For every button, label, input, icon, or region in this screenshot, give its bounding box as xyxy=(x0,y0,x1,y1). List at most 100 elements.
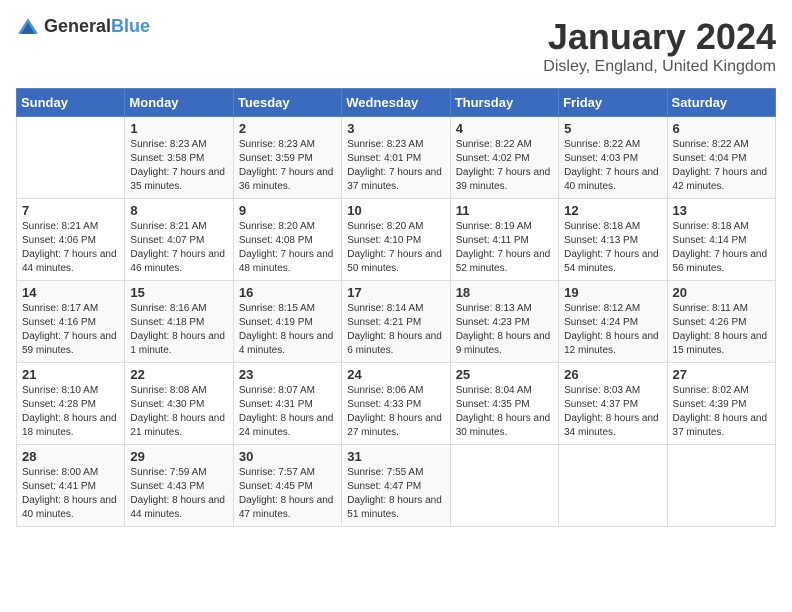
calendar-cell: 31 Sunrise: 7:55 AMSunset: 4:47 PMDayligh… xyxy=(342,445,450,527)
weekday-header: Thursday xyxy=(450,89,558,117)
day-number: 20 xyxy=(673,285,770,300)
location-title: Disley, England, United Kingdom xyxy=(543,58,776,76)
calendar-cell: 27 Sunrise: 8:02 AMSunset: 4:39 PMDayligh… xyxy=(667,363,775,445)
day-info: Sunrise: 8:21 AMSunset: 4:06 PMDaylight:… xyxy=(22,220,119,276)
day-info: Sunrise: 8:23 AMSunset: 4:01 PMDaylight:… xyxy=(347,138,444,194)
title-section: January 2024 Disley, England, United Kin… xyxy=(543,16,776,76)
day-info: Sunrise: 7:55 AMSunset: 4:47 PMDaylight:… xyxy=(347,466,444,522)
day-number: 2 xyxy=(239,121,336,136)
day-info: Sunrise: 8:04 AMSunset: 4:35 PMDaylight:… xyxy=(456,384,553,440)
day-number: 17 xyxy=(347,285,444,300)
calendar-cell: 19 Sunrise: 8:12 AMSunset: 4:24 PMDayligh… xyxy=(559,281,667,363)
day-info: Sunrise: 8:20 AMSunset: 4:08 PMDaylight:… xyxy=(239,220,336,276)
day-info: Sunrise: 8:06 AMSunset: 4:33 PMDaylight:… xyxy=(347,384,444,440)
day-number: 22 xyxy=(130,367,227,382)
day-info: Sunrise: 8:23 AMSunset: 3:58 PMDaylight:… xyxy=(130,138,227,194)
day-number: 28 xyxy=(22,449,119,464)
calendar-cell: 7Sunrise: 8:21 AMSunset: 4:06 PMDaylight… xyxy=(17,199,125,281)
day-number: 11 xyxy=(456,203,553,218)
calendar-cell xyxy=(17,117,125,199)
day-number: 10 xyxy=(347,203,444,218)
calendar-cell: 30 Sunrise: 7:57 AMSunset: 4:45 PMDayligh… xyxy=(233,445,341,527)
calendar-cell: 21 Sunrise: 8:10 AMSunset: 4:28 PMDayligh… xyxy=(17,363,125,445)
calendar-cell: 25Sunrise: 8:04 AMSunset: 4:35 PMDayligh… xyxy=(450,363,558,445)
calendar-cell: 10 Sunrise: 8:20 AMSunset: 4:10 PMDayligh… xyxy=(342,199,450,281)
day-number: 15 xyxy=(130,285,227,300)
calendar-cell: 17 Sunrise: 8:14 AMSunset: 4:21 PMDayligh… xyxy=(342,281,450,363)
day-info: Sunrise: 7:57 AMSunset: 4:45 PMDaylight:… xyxy=(239,466,336,522)
day-info: Sunrise: 8:22 AMSunset: 4:03 PMDaylight:… xyxy=(564,138,661,194)
day-number: 19 xyxy=(564,285,661,300)
calendar-cell: 24 Sunrise: 8:06 AMSunset: 4:33 PMDayligh… xyxy=(342,363,450,445)
day-info: Sunrise: 8:07 AMSunset: 4:31 PMDaylight:… xyxy=(239,384,336,440)
day-info: Sunrise: 8:02 AMSunset: 4:39 PMDaylight:… xyxy=(673,384,770,440)
day-info: Sunrise: 8:19 AMSunset: 4:11 PMDaylight:… xyxy=(456,220,553,276)
calendar-week-row: 28 Sunrise: 8:00 AMSunset: 4:41 PMDayligh… xyxy=(17,445,776,527)
day-info: Sunrise: 8:21 AMSunset: 4:07 PMDaylight:… xyxy=(130,220,227,276)
day-number: 3 xyxy=(347,121,444,136)
day-number: 8 xyxy=(130,203,227,218)
calendar-cell: 26 Sunrise: 8:03 AMSunset: 4:37 PMDayligh… xyxy=(559,363,667,445)
calendar-cell: 1Sunrise: 8:23 AMSunset: 3:58 PMDaylight… xyxy=(125,117,233,199)
day-info: Sunrise: 7:59 AMSunset: 4:43 PMDaylight:… xyxy=(130,466,227,522)
calendar-cell: 12 Sunrise: 8:18 AMSunset: 4:13 PMDayligh… xyxy=(559,199,667,281)
calendar-week-row: 14Sunrise: 8:17 AMSunset: 4:16 PMDayligh… xyxy=(17,281,776,363)
calendar-week-row: 21 Sunrise: 8:10 AMSunset: 4:28 PMDayligh… xyxy=(17,363,776,445)
calendar-cell xyxy=(559,445,667,527)
day-info: Sunrise: 8:00 AMSunset: 4:41 PMDaylight:… xyxy=(22,466,119,522)
calendar-cell: 11 Sunrise: 8:19 AMSunset: 4:11 PMDayligh… xyxy=(450,199,558,281)
weekday-header: Monday xyxy=(125,89,233,117)
calendar-cell: 16Sunrise: 8:15 AMSunset: 4:19 PMDayligh… xyxy=(233,281,341,363)
calendar-cell: 28 Sunrise: 8:00 AMSunset: 4:41 PMDayligh… xyxy=(17,445,125,527)
day-number: 21 xyxy=(22,367,119,382)
day-number: 31 xyxy=(347,449,444,464)
header-row: SundayMondayTuesdayWednesdayThursdayFrid… xyxy=(17,89,776,117)
day-info: Sunrise: 8:10 AMSunset: 4:28 PMDaylight:… xyxy=(22,384,119,440)
day-info: Sunrise: 8:11 AMSunset: 4:26 PMDaylight:… xyxy=(673,302,770,358)
day-info: Sunrise: 8:18 AMSunset: 4:13 PMDaylight:… xyxy=(564,220,661,276)
day-info: Sunrise: 8:08 AMSunset: 4:30 PMDaylight:… xyxy=(130,384,227,440)
day-info: Sunrise: 8:13 AMSunset: 4:23 PMDaylight:… xyxy=(456,302,553,358)
day-number: 26 xyxy=(564,367,661,382)
calendar-cell: 20 Sunrise: 8:11 AMSunset: 4:26 PMDayligh… xyxy=(667,281,775,363)
logo-icon xyxy=(16,17,40,37)
day-number: 16 xyxy=(239,285,336,300)
day-info: Sunrise: 8:14 AMSunset: 4:21 PMDaylight:… xyxy=(347,302,444,358)
month-title: January 2024 xyxy=(543,16,776,58)
day-number: 9 xyxy=(239,203,336,218)
day-number: 18 xyxy=(456,285,553,300)
calendar-cell: 23 Sunrise: 8:07 AMSunset: 4:31 PMDayligh… xyxy=(233,363,341,445)
day-info: Sunrise: 8:20 AMSunset: 4:10 PMDaylight:… xyxy=(347,220,444,276)
day-number: 24 xyxy=(347,367,444,382)
day-info: Sunrise: 8:12 AMSunset: 4:24 PMDaylight:… xyxy=(564,302,661,358)
day-number: 23 xyxy=(239,367,336,382)
day-number: 5 xyxy=(564,121,661,136)
header: GeneralBlue January 2024 Disley, England… xyxy=(16,16,776,76)
day-info: Sunrise: 8:22 AMSunset: 4:02 PMDaylight:… xyxy=(456,138,553,194)
day-number: 12 xyxy=(564,203,661,218)
calendar-cell: 29Sunrise: 7:59 AMSunset: 4:43 PMDayligh… xyxy=(125,445,233,527)
day-number: 4 xyxy=(456,121,553,136)
day-number: 6 xyxy=(673,121,770,136)
calendar-week-row: 7Sunrise: 8:21 AMSunset: 4:06 PMDaylight… xyxy=(17,199,776,281)
calendar-cell: 8 Sunrise: 8:21 AMSunset: 4:07 PMDaylight… xyxy=(125,199,233,281)
day-info: Sunrise: 8:22 AMSunset: 4:04 PMDaylight:… xyxy=(673,138,770,194)
calendar-cell: 22 Sunrise: 8:08 AMSunset: 4:30 PMDayligh… xyxy=(125,363,233,445)
calendar-cell: 6 Sunrise: 8:22 AMSunset: 4:04 PMDaylight… xyxy=(667,117,775,199)
day-number: 30 xyxy=(239,449,336,464)
calendar-cell: 18 Sunrise: 8:13 AMSunset: 4:23 PMDayligh… xyxy=(450,281,558,363)
calendar-cell xyxy=(450,445,558,527)
weekday-header: Sunday xyxy=(17,89,125,117)
day-info: Sunrise: 8:16 AMSunset: 4:18 PMDaylight:… xyxy=(130,302,227,358)
calendar-cell: 13Sunrise: 8:18 AMSunset: 4:14 PMDayligh… xyxy=(667,199,775,281)
weekday-header: Tuesday xyxy=(233,89,341,117)
weekday-header: Wednesday xyxy=(342,89,450,117)
logo-general: General xyxy=(44,16,111,36)
weekday-header: Friday xyxy=(559,89,667,117)
day-info: Sunrise: 8:03 AMSunset: 4:37 PMDaylight:… xyxy=(564,384,661,440)
calendar-cell: 9 Sunrise: 8:20 AMSunset: 4:08 PMDaylight… xyxy=(233,199,341,281)
day-info: Sunrise: 8:18 AMSunset: 4:14 PMDaylight:… xyxy=(673,220,770,276)
weekday-header: Saturday xyxy=(667,89,775,117)
day-number: 27 xyxy=(673,367,770,382)
calendar-cell: 3 Sunrise: 8:23 AMSunset: 4:01 PMDaylight… xyxy=(342,117,450,199)
